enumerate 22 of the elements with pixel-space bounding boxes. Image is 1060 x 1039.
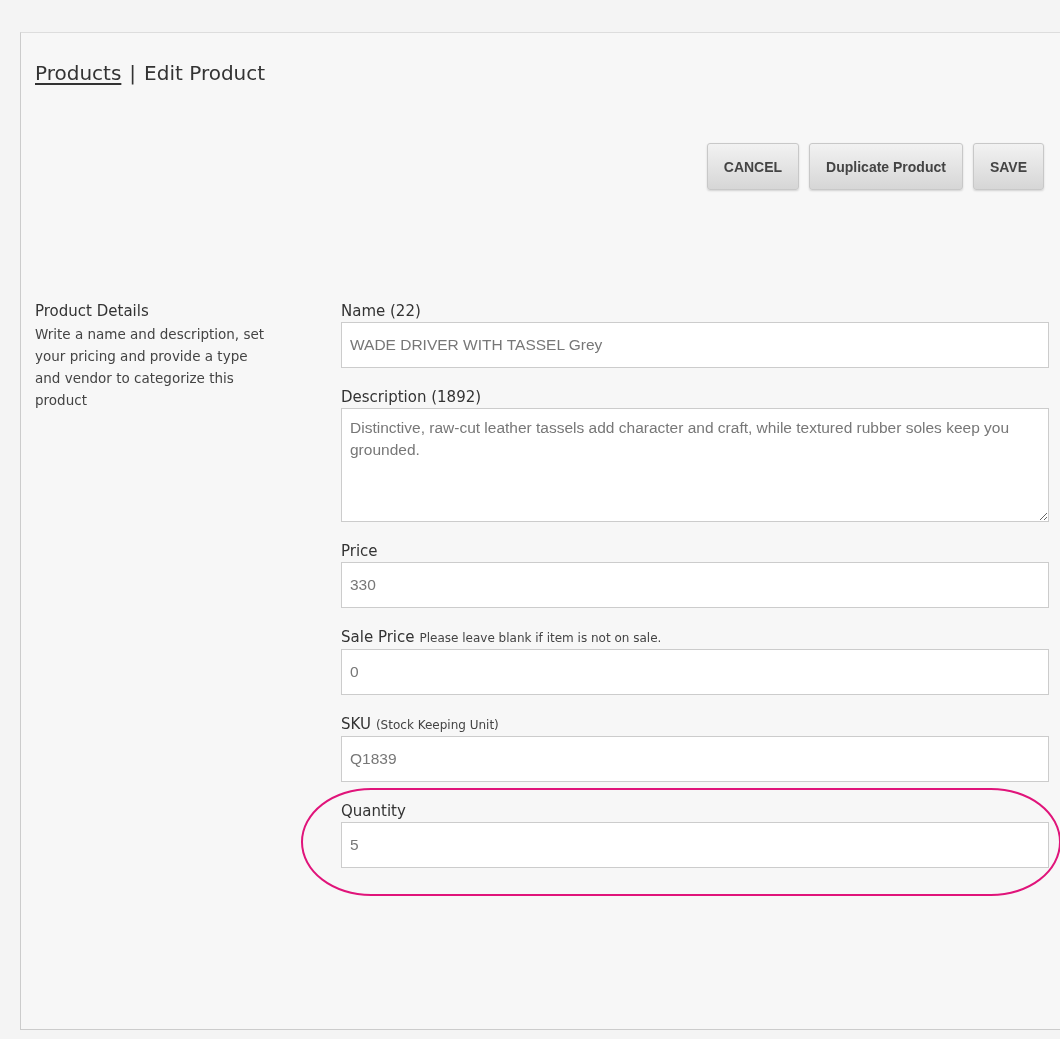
field-hint: Please leave blank if item is not on sale.	[419, 630, 662, 647]
field-label: Quantity	[341, 802, 406, 820]
input-field[interactable]: 330	[341, 562, 1049, 608]
breadcrumb-link[interactable]: Products	[35, 61, 122, 85]
save-button[interactable]: SAVE	[972, 143, 1044, 190]
section-title: Product Details	[35, 302, 150, 320]
section-description: Write a name and description, set your pricing and provide a type and vendor to categorize this product	[35, 325, 266, 410]
field-label: Description (1892)	[341, 388, 482, 406]
input-field[interactable]: 0	[341, 649, 1049, 695]
input-field[interactable]: Q1839	[341, 736, 1049, 782]
cancel-button[interactable]: CANCEL	[706, 143, 800, 190]
input-field[interactable]: 5	[341, 822, 1049, 868]
field-hint: (Stock Keeping Unit)	[375, 717, 499, 734]
field-label: Sale Price	[341, 628, 415, 646]
field-label: Price	[341, 542, 378, 560]
field-label: SKU	[341, 715, 371, 733]
field-label: Name (22)	[341, 302, 421, 320]
duplicate-button[interactable]: Duplicate Product	[809, 143, 963, 190]
input-field[interactable]: WADE DRIVER WITH TASSEL Grey	[341, 322, 1049, 368]
page-title: Edit Product	[144, 61, 266, 85]
separator: |	[129, 61, 137, 85]
text-area[interactable]: Distinctive, raw-cut leather tassels add character and craft, while textured rubber soles keep you grounded.	[341, 408, 1049, 522]
